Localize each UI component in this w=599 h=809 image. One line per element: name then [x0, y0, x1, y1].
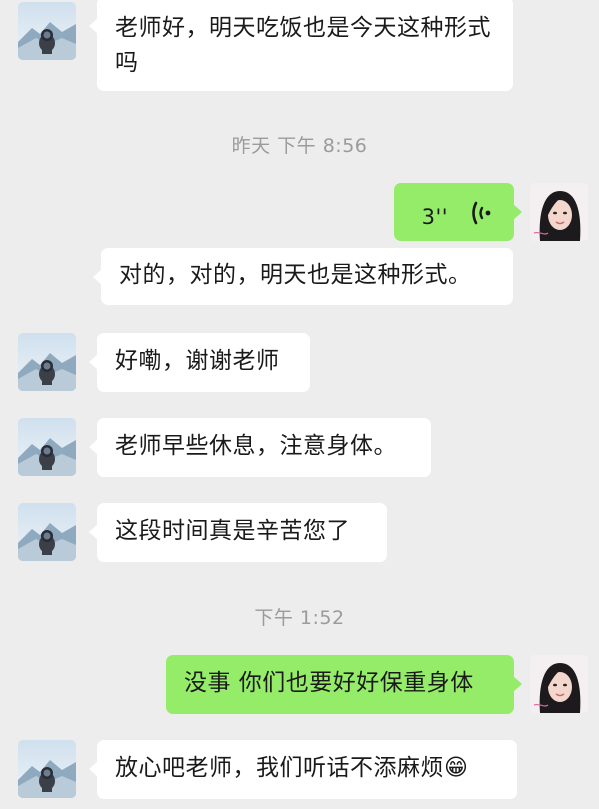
message-text: 没事 你们也要好好保重身体: [184, 670, 474, 696]
student-avatar[interactable]: [18, 333, 76, 391]
message-bubble-outgoing[interactable]: 没事 你们也要好好保重身体: [166, 655, 522, 714]
message-bubble-incoming[interactable]: 好嘞，谢谢老师: [89, 333, 310, 392]
message-text: 老师好，明天吃饭也是今天这种形式吗: [115, 15, 491, 76]
chat-conversation[interactable]: 老师好，明天吃饭也是今天这种形式吗 昨天 下午 8:56 3'' 对的，对的，明…: [0, 0, 599, 809]
message-text: 这段时间真是辛苦您了: [115, 518, 350, 544]
message-bubble-incoming[interactable]: 放心吧老师，我们听话不添麻烦😁: [89, 740, 517, 799]
message-bubble-incoming[interactable]: 这段时间真是辛苦您了: [89, 503, 387, 562]
message-text: 老师早些休息，注意身体。: [115, 433, 397, 459]
voice-wave-icon: [472, 201, 491, 225]
message-bubble-incoming[interactable]: 老师早些休息，注意身体。: [89, 418, 431, 477]
student-avatar[interactable]: [18, 503, 76, 561]
teacher-avatar[interactable]: [530, 655, 588, 713]
teacher-avatar[interactable]: [530, 183, 588, 241]
message-bubble-incoming[interactable]: 对的，对的，明天也是这种形式。: [93, 248, 513, 305]
message-bubble-incoming[interactable]: 老师好，明天吃饭也是今天这种形式吗: [89, 0, 513, 91]
message-text: 好嘞，谢谢老师: [115, 348, 280, 374]
message-text: 放心吧老师，我们听话不添麻烦😁: [115, 755, 469, 781]
student-avatar[interactable]: [18, 740, 76, 798]
voice-duration: 3'': [421, 205, 448, 229]
message-text: 对的，对的，明天也是这种形式。: [119, 262, 472, 288]
student-avatar[interactable]: [18, 418, 76, 476]
student-avatar[interactable]: [18, 2, 76, 60]
timestamp: 下午 1:52: [254, 607, 345, 629]
voice-message-bubble[interactable]: 3'': [394, 183, 522, 241]
timestamp: 昨天 下午 8:56: [231, 135, 368, 157]
